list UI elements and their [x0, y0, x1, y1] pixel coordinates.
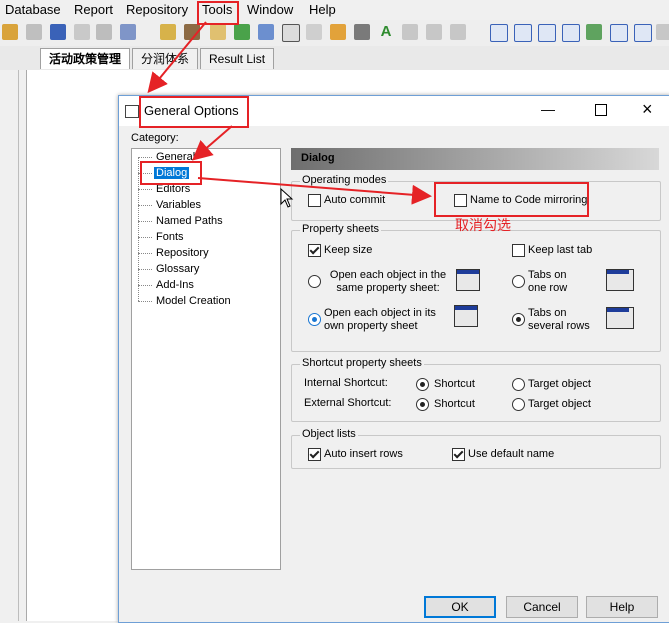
- arrow-tools-to-dialog: [147, 21, 207, 94]
- arrow-category-to-checkbox: [197, 177, 432, 205]
- arrow-title-to-category: [191, 125, 233, 161]
- annotation-arrows: [147, 21, 432, 205]
- mouse-cursor-icon: [280, 188, 294, 208]
